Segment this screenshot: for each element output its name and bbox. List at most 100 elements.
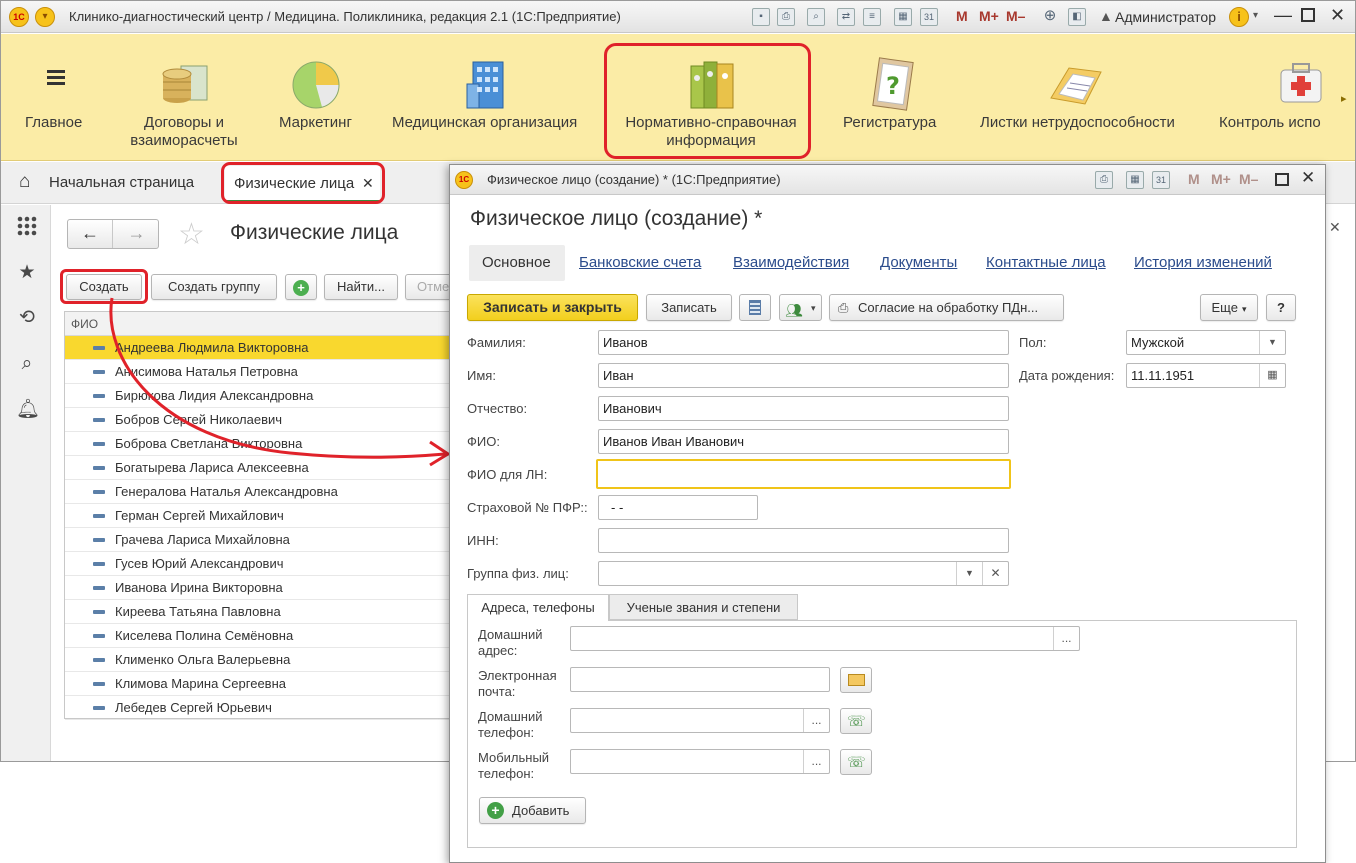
call-mobile-phone-button[interactable]: ☏ [840, 749, 872, 775]
tab-home[interactable]: Начальная страница [49, 174, 194, 191]
list-item[interactable]: Клименко Ольга Валерьевна [65, 648, 465, 672]
maximize-icon[interactable] [1301, 8, 1315, 22]
list-item[interactable]: Киреева Татьяна Павловна [65, 600, 465, 624]
apps-grid-icon[interactable] [16, 215, 38, 237]
save-icon[interactable]: ▪ [752, 8, 770, 26]
section-marketing[interactable]: Маркетинг [273, 34, 359, 161]
section-med-org[interactable]: Медицинская организация [389, 34, 589, 161]
consent-button[interactable]: ⎙ Согласие на обработку ПДн... [829, 294, 1064, 321]
list-report-button[interactable] [739, 294, 771, 321]
report-icon [749, 300, 761, 315]
form-m-minus-button[interactable]: M– [1239, 171, 1258, 187]
mobile-phone-field[interactable]: ... [570, 749, 830, 774]
snils-field[interactable]: - - [598, 495, 758, 520]
inn-field[interactable] [598, 528, 1009, 553]
form-m-plus-button[interactable]: M+ [1211, 171, 1231, 187]
form-tab-history[interactable]: История изменений [1134, 254, 1272, 271]
group-clear-icon[interactable]: ✕ [982, 562, 1008, 585]
compare-icon[interactable]: ≡ [863, 8, 881, 26]
notifications-bell-icon[interactable]: 🔔︎ [16, 399, 40, 421]
user-name[interactable]: Администратор [1115, 9, 1216, 25]
birth-date-field[interactable]: 11.11.1951 ▦ [1126, 363, 1286, 388]
preview-icon[interactable]: ⌕ [807, 8, 825, 26]
group-dropdown-icon[interactable]: ▼ [956, 562, 982, 585]
form-tab-contact-persons[interactable]: Контактные лица [986, 254, 1106, 271]
subtab-degrees[interactable]: Ученые звания и степени [609, 594, 798, 620]
favorites-icon[interactable]: ★ [16, 262, 38, 284]
home-phone-field[interactable]: ... [570, 708, 830, 733]
form-m-button[interactable]: M [1188, 171, 1200, 187]
save-button[interactable]: Записать [646, 294, 732, 321]
list-item[interactable]: Иванова Ирина Викторовна [65, 576, 465, 600]
list-item[interactable]: Гусев Юрий Александрович [65, 552, 465, 576]
calendar-picker-icon[interactable]: ▦ [1259, 364, 1285, 387]
link-icon[interactable]: ⇄ [837, 8, 855, 26]
print-icon[interactable]: ⎙ [777, 8, 795, 26]
list-item[interactable]: Климова Марина Сергеевна [65, 672, 465, 696]
call-home-phone-button[interactable]: ☏ [840, 708, 872, 734]
record-icon [93, 610, 105, 614]
form-tab-bank-accounts[interactable]: Банковские счета [579, 254, 701, 271]
m-plus-button[interactable]: M+ [979, 8, 999, 24]
home-address-ellipsis-button[interactable]: ... [1053, 627, 1079, 650]
list-item[interactable]: Киселева Полина Семёновна [65, 624, 465, 648]
add-contact-button[interactable]: + Добавить [479, 797, 586, 824]
info-icon[interactable]: i [1229, 7, 1249, 27]
home-address-field[interactable]: ... [570, 626, 1080, 651]
patronymic-field[interactable]: Иванович [598, 396, 1009, 421]
gender-select[interactable]: Мужской ▼ [1126, 330, 1286, 355]
subtab-addresses[interactable]: Адреса, телефоны [467, 594, 609, 621]
group-field[interactable]: ▼ ✕ [598, 561, 1009, 586]
calculator-icon[interactable]: ▦ [894, 8, 912, 26]
forward-arrow-icon[interactable]: → [114, 220, 159, 248]
form-close-icon[interactable]: ✕ [1301, 168, 1315, 188]
list-item[interactable]: Генералова Наталья Александровна [65, 480, 465, 504]
section-control[interactable]: Контроль испо [1215, 34, 1331, 161]
help-button[interactable]: ? [1266, 294, 1296, 321]
form-tab-main[interactable]: Основное [469, 245, 565, 281]
minimize-icon[interactable]: — [1274, 5, 1292, 26]
calendar-icon[interactable]: 31 [920, 8, 938, 26]
m-minus-button[interactable]: M– [1006, 8, 1025, 24]
list-item[interactable]: Герман Сергей Михайлович [65, 504, 465, 528]
list-item[interactable]: Лебедев Сергей Юрьевич [65, 696, 465, 720]
mobile-phone-ellipsis-button[interactable]: ... [803, 750, 829, 773]
section-main[interactable]: Главное [21, 34, 91, 161]
history-icon[interactable]: ⟲ [16, 307, 38, 329]
back-arrow-icon[interactable]: ← [68, 220, 113, 248]
fio-ln-field[interactable] [596, 459, 1011, 489]
section-registry[interactable]: ? Регистратура [837, 34, 947, 161]
list-item[interactable]: Грачева Лариса Михайловна [65, 528, 465, 552]
panels-icon[interactable]: ◧ [1068, 8, 1086, 26]
users-dropdown-button[interactable]: 👥︎ ▾ [779, 294, 822, 321]
search-icon[interactable]: ⌕ [16, 353, 38, 375]
home-phone-ellipsis-button[interactable]: ... [803, 709, 829, 732]
main-menu-icon[interactable]: ▾ [35, 7, 55, 27]
form-maximize-icon[interactable] [1275, 173, 1289, 186]
annotation-arrow [109, 297, 451, 467]
save-and-close-button[interactable]: Записать и закрыть [467, 294, 638, 321]
info-dropdown-icon[interactable]: ▾ [1253, 10, 1258, 21]
surname-field[interactable]: Иванов [598, 330, 1009, 355]
send-email-button[interactable] [840, 667, 872, 693]
m-button[interactable]: M [956, 8, 968, 24]
form-calculator-icon[interactable]: ▦ [1126, 171, 1144, 189]
form-tab-documents[interactable]: Документы [880, 254, 957, 271]
section-contracts[interactable]: Договоры и взаиморасчеты [119, 34, 249, 161]
close-window-icon[interactable]: ✕ [1330, 5, 1345, 26]
more-button[interactable]: Еще ▾ [1200, 294, 1258, 321]
form-print-icon[interactable]: ⎙ [1095, 171, 1113, 189]
add-favorite-star-icon[interactable]: ☆ [178, 217, 205, 252]
scroll-right-icon[interactable]: ▸ [1341, 92, 1347, 105]
home-icon[interactable]: ⌂ [19, 171, 30, 193]
close-list-icon[interactable]: ✕ [1329, 219, 1341, 236]
zoom-icon[interactable]: ⊕ [1041, 8, 1059, 26]
form-calendar-icon[interactable]: 31 [1152, 171, 1170, 189]
form-tab-interactions[interactable]: Взаимодействия [733, 254, 849, 271]
section-sick-leaves[interactable]: Листки нетрудоспособности [975, 34, 1187, 161]
clipboard-question-icon: ? [872, 57, 914, 111]
email-field[interactable] [570, 667, 830, 692]
fio-field[interactable]: Иванов Иван Иванович [598, 429, 1009, 454]
name-field[interactable]: Иван [598, 363, 1009, 388]
gender-dropdown-icon[interactable]: ▼ [1259, 331, 1285, 354]
